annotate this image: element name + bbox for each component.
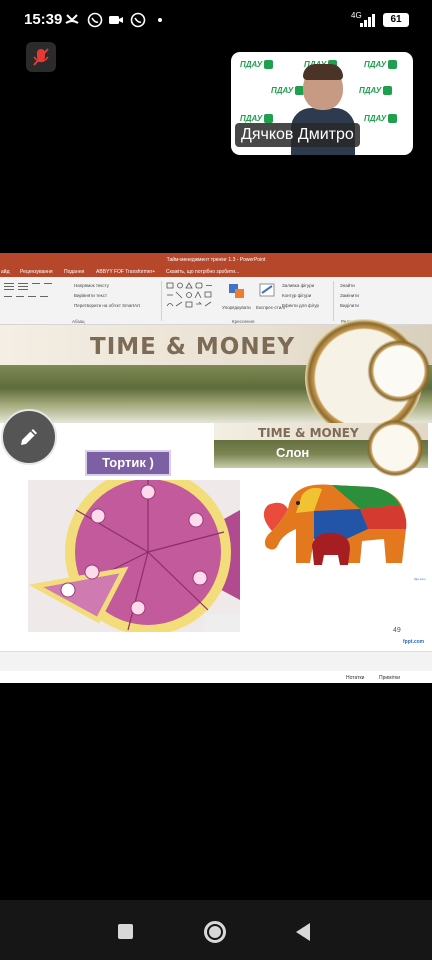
slide-number: 49 [393, 627, 401, 634]
shared-screen-powerpoint: Тайм-менеджмент тренінг 1.3 - PowerPoint… [0, 253, 432, 683]
cake-label: Тортик ) [85, 450, 171, 476]
dot-icon [158, 18, 162, 22]
ribbon-find[interactable]: Знайти [340, 283, 355, 288]
ppt-title-bar: Тайм-менеджмент тренінг 1.3 - PowerPoint [0, 253, 432, 267]
viber-icon [130, 12, 146, 28]
pocket-watch-image [367, 339, 431, 403]
ribbon-quick-styles[interactable]: Експрес-стилі [256, 305, 285, 310]
cake-image [28, 480, 240, 632]
participant-name: Дячков Дмитро [235, 123, 360, 147]
viber-icon [87, 12, 103, 28]
slide: TIME & MONEY TIME & MONEY Слон Тортик ) [0, 319, 432, 647]
group-drawing-label: Креслення [232, 319, 255, 324]
slide-title: TIME & MONEY [90, 334, 295, 360]
tab-review[interactable]: Рецензування [20, 267, 53, 277]
pocket-watch-image [366, 419, 424, 477]
paragraph-icons [4, 283, 52, 297]
logo: ПДАУ [240, 58, 282, 70]
mini-title: TIME & MONEY [258, 426, 359, 440]
back-button[interactable] [296, 923, 310, 941]
ribbon-shape-outline[interactable]: Контур фігури [282, 293, 311, 298]
shapes-gallery-icon[interactable] [165, 281, 219, 315]
recents-button[interactable] [118, 924, 133, 939]
ppt-ribbon: Напрямок тексту Вирівняти текст Перетвор… [0, 277, 432, 325]
pencil-icon [21, 429, 37, 445]
status-bar: 15:39 4G 61 [0, 0, 432, 40]
ribbon-text-direction[interactable]: Напрямок тексту [74, 283, 109, 288]
ribbon-arrange[interactable]: Упорядкувати [222, 305, 251, 310]
participant-hair [303, 64, 343, 80]
tab-view[interactable]: Подання [64, 267, 84, 277]
annotate-button[interactable] [1, 409, 57, 465]
notes-button[interactable]: Нотатки [346, 675, 364, 681]
mic-muted-button[interactable] [26, 42, 56, 72]
mic-off-icon [33, 48, 49, 66]
quick-styles-icon[interactable] [258, 281, 276, 301]
ribbon-align-text[interactable]: Вирівняти текст [74, 293, 107, 298]
logo: ПДАУ [364, 112, 406, 124]
status-time: 15:39 [24, 11, 63, 28]
mini-banner: TIME & MONEY Слон [214, 419, 428, 477]
signal-icon [360, 14, 375, 27]
ribbon-shape-fill[interactable]: Заливка фігури [282, 283, 314, 288]
ribbon-shape-effects[interactable]: Ефекти для фігур [282, 303, 319, 308]
video-icon [109, 16, 123, 24]
participant-video-tile[interactable]: ПДАУ ПДАУ ПДАУ ПДАУ ПДАУ ПДАУ ПДАУ Дячко… [231, 52, 413, 155]
logo: ПДАУ [359, 84, 401, 96]
tab-slide[interactable]: айд [1, 267, 10, 277]
arrange-icon[interactable] [226, 281, 248, 301]
elephant-puzzle-image [252, 479, 414, 569]
ppt-status-bar [0, 651, 432, 671]
logo: ПДАУ [364, 58, 406, 70]
small-brand: fppt.com [414, 577, 426, 581]
elephant-label: Слон [276, 445, 310, 460]
tab-abbyy[interactable]: ABBYY FOF Transformer+ [96, 267, 155, 277]
ribbon-select[interactable]: Виділити [340, 303, 359, 308]
comments-button[interactable]: Примітки [379, 675, 400, 681]
home-icon [209, 926, 221, 938]
group-paragraph-label: Абзац [72, 319, 85, 324]
battery-level: 61 [383, 13, 409, 27]
footer-brand: fppt.com [403, 639, 425, 645]
ribbon-convert-smartart[interactable]: Перетворити на об'єкт SmartArt [74, 303, 140, 308]
tell-me-search[interactable]: Скажіть, що потрібно зробити... [166, 267, 239, 277]
ribbon-replace[interactable]: Замінити [340, 293, 359, 298]
missed-call-icon [65, 14, 79, 24]
ppt-ribbon-tabs: айд Рецензування Подання ABBYY FOF Trans… [0, 267, 432, 277]
